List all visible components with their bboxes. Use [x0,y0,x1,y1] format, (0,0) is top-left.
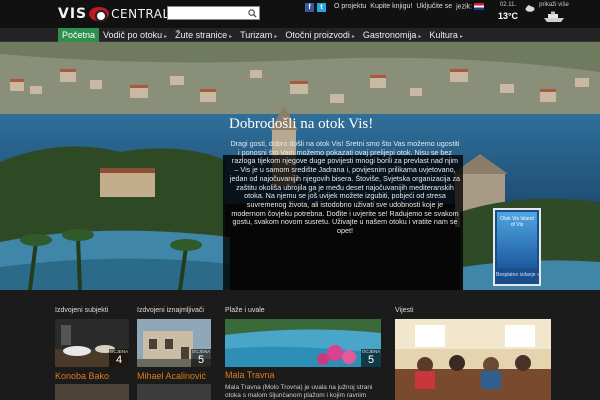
nav-item-label: Otočni proizvodi [285,30,350,40]
twitter-icon[interactable]: t [317,3,326,12]
rating-value: 4 [115,354,123,366]
weather-widget[interactable]: 02.11. 13°C [490,1,535,27]
guidebook-cover-image: Otok Vis Island of Vis [497,212,537,268]
beach-image[interactable] [225,319,381,367]
guidebook-download[interactable]: Otok Vis Island of Vis Besplatno izdanje… [493,208,541,286]
rental-rating-badge: OCJENA 5 [191,349,211,367]
news-title: Vijesti [395,307,414,314]
croatian-flag-icon[interactable] [474,3,485,10]
ferry-widget[interactable]: prikaži više [532,1,576,27]
nav-item-label: Kultura [429,30,458,40]
nav-item-products[interactable]: Otočni proizvodi ▸ [281,28,359,42]
arrow-right-icon: ▸ [229,34,233,40]
top-links: O projektu Kupite knjigu! Uključite se j… [334,3,485,11]
beaches-title: Plaže i uvale [225,307,265,314]
weather-temp: 13°C [497,11,519,21]
nav-item-gastronomy[interactable]: Gastronomija ▸ [359,28,426,42]
featured-business-name[interactable]: Konoba Bako [55,371,109,381]
nav-item-label: Gastronomija [362,30,417,40]
beach-description: Mala Travna (Molo Trovna) je uvala na ju… [225,384,373,399]
search-box [167,6,260,20]
arrow-right-icon: ▸ [351,34,355,40]
site-logo[interactable]: VIS CENTRAL [58,4,170,24]
logo-central-text: CENTRAL [111,7,170,21]
arrow-right-icon: ▸ [418,34,422,40]
beach-rating-badge: OCJENA 5 [361,349,381,367]
ferry-icon [544,11,564,22]
arrow-right-icon: ▸ [274,34,278,40]
search-input[interactable] [170,7,246,19]
nav-item-culture[interactable]: Kultura ▸ [425,28,467,42]
news-image[interactable] [395,319,551,400]
logo-vis-text: VIS [58,6,88,22]
buy-book-link[interactable]: Kupite knjigu! [370,3,412,10]
nav-item-home[interactable]: Početna [58,28,100,42]
nav-item-label: Turizam [240,30,273,40]
news-photo [395,319,551,400]
social-links: f t [305,3,326,12]
featured-businesses-title: Izdvojeni subjekti [55,307,109,314]
rating-value: 5 [197,354,205,366]
nav-item-label: Vodič po otoku [103,30,163,40]
main-nav: Početna Vodič po otoku ▸ Žute stranice ▸ T… [0,28,600,42]
hero-text: Dragi gosti, dobro došli na otok Vis! Sr… [229,139,461,236]
nav-item-tourism[interactable]: Turizam ▸ [236,28,281,42]
nav-item-label: Početna [62,30,96,40]
arrow-right-icon: ▸ [459,34,463,40]
arrow-right-icon: ▸ [164,34,168,40]
ferry-label: prikaži više [539,2,569,8]
beach-name[interactable]: Mala Travna [225,370,275,380]
nav-item-yellow-pages[interactable]: Žute stranice ▸ [171,28,236,42]
nav-item-guide[interactable]: Vodič po otoku ▸ [99,28,171,42]
guidebook-download-link[interactable]: Besplatno izdanje » [496,272,540,279]
search-icon [248,8,257,18]
business-rating-badge: OCJENA 4 [109,349,129,367]
search-button[interactable] [247,8,258,18]
beach-photo [225,319,381,367]
featured-rental-name[interactable]: Mihael Acalinović [137,371,206,381]
facebook-icon[interactable]: f [305,3,314,12]
hero-title: Dobrodošli na otok Vis! [229,116,374,132]
guidebook-cover-title: Otok Vis Island of Vis [500,216,534,228]
eye-logo-icon [89,7,110,22]
top-header: VIS CENTRAL f t O projektu Kupite knjigu… [0,0,600,28]
featured-business-image-next[interactable] [55,384,129,400]
weather-date: 02.11. [499,2,517,8]
featured-rentals-title: Izdvojeni iznajmljivači [137,307,204,314]
language-selector[interactable]: jezik: [456,3,485,11]
rating-value: 5 [367,354,375,366]
join-link[interactable]: Uključite se [416,3,452,10]
nav-item-label: Žute stranice [175,30,228,40]
about-link[interactable]: O projektu [334,3,366,10]
featured-rental-image-next[interactable] [137,384,211,400]
language-label: jezik: [456,3,473,11]
